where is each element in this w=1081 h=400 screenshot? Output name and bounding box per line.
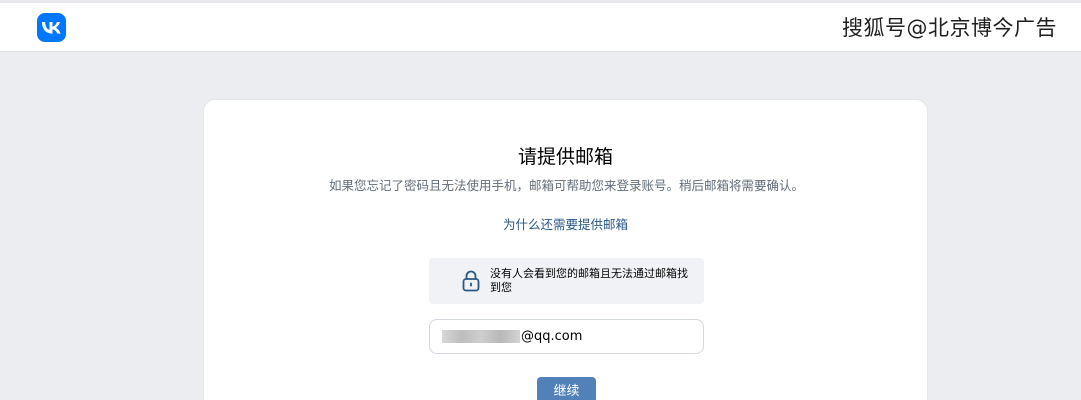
email-field-value: @qq.com <box>521 329 583 344</box>
vk-logo-icon[interactable] <box>37 13 66 42</box>
redacted-email-prefix <box>442 330 520 343</box>
lock-icon <box>461 269 481 293</box>
email-request-card: 请提供邮箱 如果您忘记了密码且无法使用手机，邮箱可帮助您来登录账号。稍后邮箱将需… <box>203 99 928 400</box>
page-title: 请提供邮箱 <box>517 146 613 168</box>
continue-button[interactable]: 继续 <box>537 377 596 400</box>
watermark-text: 搜狐号@北京博今广告 <box>842 16 1057 40</box>
why-email-link[interactable]: 为什么还需要提供邮箱 <box>204 214 927 233</box>
email-field[interactable]: @qq.com <box>429 319 704 354</box>
privacy-notice-text: 没有人会看到您的邮箱且无法通过邮箱找到您 <box>490 267 688 294</box>
top-bar: 搜狐号@北京博今广告 <box>0 0 1081 52</box>
description-text: 如果您忘记了密码且无法使用手机，邮箱可帮助您来登录账号。稍后邮箱将需要确认。 <box>328 178 804 193</box>
privacy-notice: 没有人会看到您的邮箱且无法通过邮箱找到您 <box>429 258 704 304</box>
